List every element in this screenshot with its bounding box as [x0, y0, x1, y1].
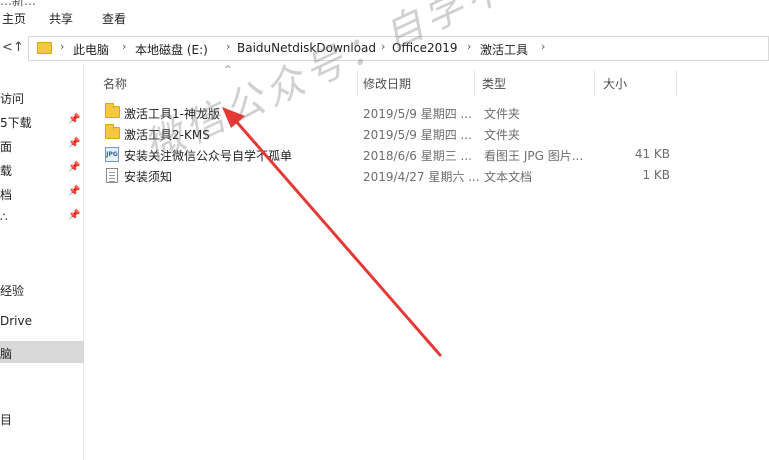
- red-arrow-annotation: [222, 107, 442, 357]
